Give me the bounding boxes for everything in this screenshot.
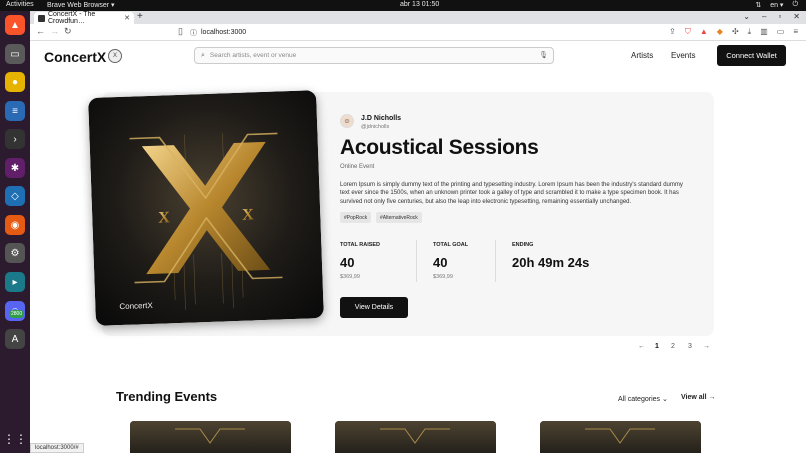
creator-handle: @jdnicholls: [361, 124, 390, 130]
network-icon[interactable]: ⇅: [755, 1, 761, 9]
power-icon[interactable]: ⏻: [792, 1, 798, 9]
search-bar[interactable]: ⌕ 🎙: [194, 47, 554, 64]
slack-icon[interactable]: ✱: [5, 158, 25, 178]
ending-countdown: 20h 49m 24s: [512, 255, 590, 270]
total-goal-usd: $369,99: [433, 274, 453, 280]
reload-icon[interactable]: ↻: [64, 26, 72, 37]
trending-card[interactable]: [540, 421, 701, 453]
browser-tab[interactable]: ConcertX - The Crowdfun… ✕: [34, 11, 134, 25]
music-icon[interactable]: ●: [5, 72, 25, 92]
event-type: Online Event: [340, 164, 375, 170]
maximize-icon[interactable]: ▫: [778, 12, 781, 21]
ending-label: ENDING: [512, 242, 534, 248]
poster-artwork: X X: [88, 90, 324, 326]
close-tab-icon[interactable]: ✕: [124, 14, 130, 22]
link-status-bar: localhost:3000/#: [30, 443, 84, 453]
show-apps-icon[interactable]: ⋮⋮: [3, 429, 27, 449]
menu-icon[interactable]: ≡: [793, 27, 798, 37]
files-icon[interactable]: ▭: [5, 44, 25, 64]
card-artwork: [130, 421, 291, 453]
vscode-icon[interactable]: ◇: [5, 186, 25, 206]
clock[interactable]: abr 13 01:50: [400, 1, 439, 8]
chevron-down-icon: ⌄: [661, 396, 668, 403]
os-top-bar: Activities Brave Web Browser ▾ abr 13 01…: [0, 0, 806, 11]
browser-toolbar: ← → ↻ ▯ ⓘ localhost:3000 ⇪ ⛉ ▲ ◆ ✣ ⤓ ▥ ▭…: [30, 24, 806, 41]
address-input[interactable]: ⓘ localhost:3000: [190, 26, 620, 39]
url-text: localhost:3000: [201, 29, 247, 36]
logo-badge-icon: X: [108, 49, 122, 63]
brave-icon[interactable]: ▲: [5, 15, 25, 35]
svg-text:X: X: [242, 206, 255, 223]
page-2[interactable]: 2: [671, 343, 675, 350]
total-goal-value: 40: [433, 255, 448, 270]
tab-list-icon[interactable]: ⌄: [743, 12, 750, 21]
category-value: All categories: [618, 396, 661, 403]
remote-icon[interactable]: ▸: [5, 272, 25, 292]
view-details-button[interactable]: View Details: [340, 297, 408, 318]
nav-artists[interactable]: Artists: [631, 51, 653, 60]
trending-card[interactable]: [130, 421, 291, 453]
minimize-icon[interactable]: –: [762, 12, 766, 21]
microphone-icon[interactable]: 🎙: [539, 51, 548, 59]
trending-card[interactable]: [335, 421, 496, 453]
share-icon[interactable]: ⇪: [669, 27, 676, 37]
next-page-icon[interactable]: →: [703, 343, 710, 350]
app-menu[interactable]: Brave Web Browser ▾: [47, 1, 115, 9]
settings-icon[interactable]: ⚙: [5, 243, 25, 263]
tag-poprock[interactable]: #PopRock: [340, 212, 372, 223]
search-icon: ⌕: [201, 51, 205, 59]
app-store-icon[interactable]: A: [5, 329, 25, 349]
total-goal-label: TOTAL GOAL: [433, 242, 469, 248]
creator-name[interactable]: J.D Nicholls: [361, 115, 401, 122]
sidebar-icon[interactable]: ▥: [760, 27, 768, 37]
category-select[interactable]: All categories ⌄: [618, 395, 668, 403]
page-3[interactable]: 3: [688, 343, 692, 350]
stat-divider: [495, 240, 496, 282]
document-icon[interactable]: ≡: [5, 101, 25, 121]
event-poster[interactable]: X X ConcertX: [88, 90, 324, 326]
firefox-icon[interactable]: ◉: [5, 215, 25, 235]
site-info-icon[interactable]: ⓘ: [190, 28, 197, 38]
rewards-icon[interactable]: ▲: [700, 27, 708, 37]
favicon-icon: [38, 14, 45, 22]
tag-alternativerock[interactable]: #AlternativeRock: [376, 212, 422, 223]
page-1[interactable]: 1: [655, 343, 659, 350]
wallet-icon[interactable]: ▭: [777, 27, 785, 37]
brave-shield-icon[interactable]: ⛉: [685, 27, 691, 37]
view-all-link[interactable]: View all →: [681, 394, 716, 401]
svg-text:X: X: [158, 209, 171, 226]
total-raised-usd: $369,99: [340, 274, 360, 280]
forward-icon[interactable]: →: [50, 26, 59, 36]
web-page: ConcertX X ⌕ 🎙 Artists Events Connect Wa…: [30, 41, 806, 453]
event-description: Lorem Ipsum is simply dummy text of the …: [340, 182, 683, 205]
downloads-icon[interactable]: ⤓: [748, 27, 752, 37]
event-title: Acoustical Sessions: [340, 136, 539, 159]
total-raised-label: TOTAL RAISED: [340, 242, 381, 248]
tab-title: ConcertX - The Crowdfun…: [47, 11, 96, 25]
close-window-icon[interactable]: ✕: [793, 12, 800, 21]
card-artwork: [540, 421, 701, 453]
connect-wallet-button[interactable]: Connect Wallet: [717, 45, 786, 66]
poster-label: ConcertX: [119, 300, 153, 312]
language-indicator[interactable]: en ▾: [770, 1, 783, 9]
extensions-icon[interactable]: ✣: [732, 27, 739, 37]
total-raised-value: 40: [340, 255, 355, 270]
activities-button[interactable]: Activities: [6, 1, 34, 8]
new-tab-button[interactable]: +: [137, 11, 143, 22]
discord-badge: 2800: [9, 310, 25, 318]
trending-title: Trending Events: [116, 389, 218, 404]
stat-divider: [416, 240, 417, 282]
terminal-icon[interactable]: ›: [5, 129, 25, 149]
card-artwork: [335, 421, 496, 453]
browser-tab-strip: ConcertX - The Crowdfun… ✕ + ⌄ – ▫ ✕: [30, 11, 806, 25]
back-icon[interactable]: ←: [36, 26, 45, 36]
wallet-extension-icon[interactable]: ◆: [717, 27, 723, 37]
prev-page-icon[interactable]: ←: [638, 343, 645, 350]
creator-avatar[interactable]: ☺: [340, 114, 354, 128]
nav-events[interactable]: Events: [671, 51, 695, 60]
bookmark-icon[interactable]: ▯: [178, 26, 183, 37]
site-logo[interactable]: ConcertX: [44, 49, 106, 65]
app-dock: ▲ ▭ ● ≡ › ✱ ◇ ◉ ⚙ ▸ ☺ 2800 A ⋮⋮: [0, 11, 30, 453]
search-input[interactable]: [209, 52, 530, 59]
